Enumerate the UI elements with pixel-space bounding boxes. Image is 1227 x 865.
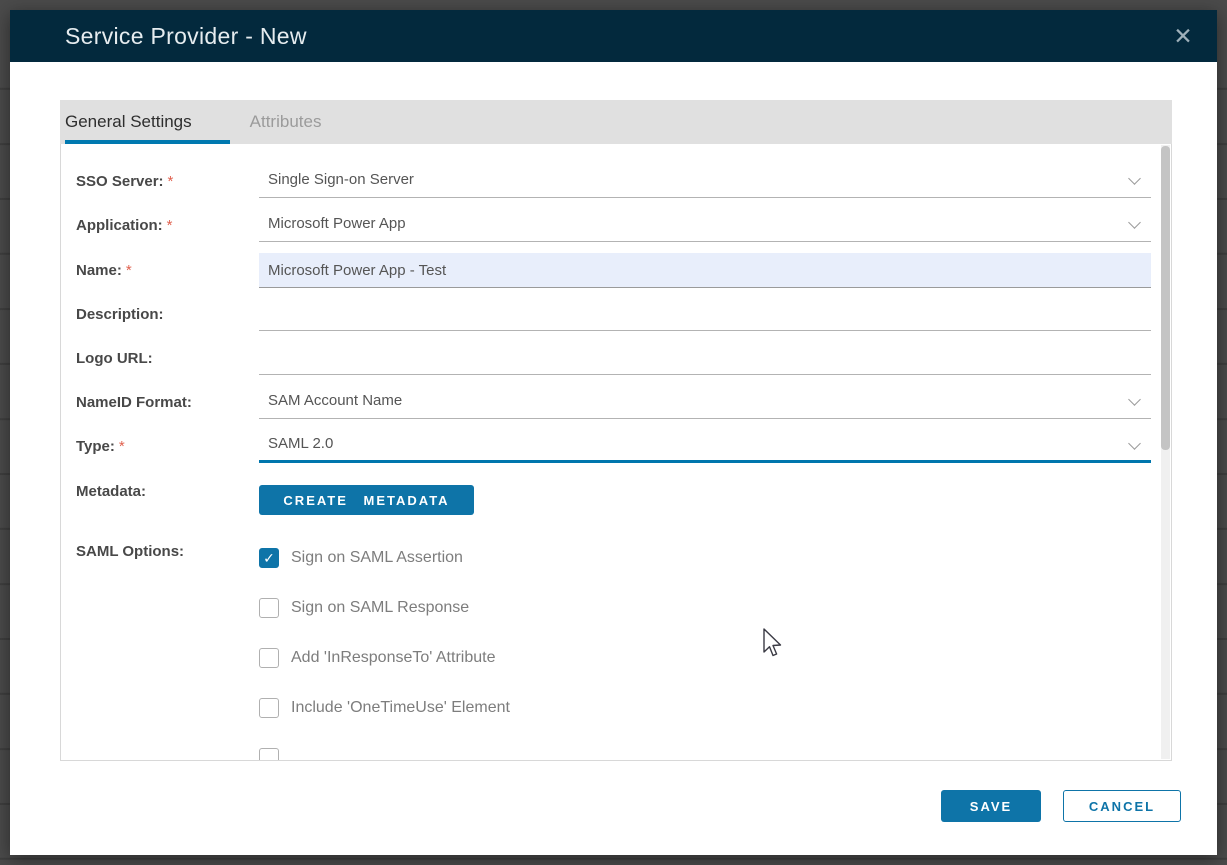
chevron-down-icon[interactable] [1128,437,1141,450]
create-metadata-button[interactable]: CREATE METADATA [259,485,474,515]
checkbox-unchecked-icon[interactable] [259,698,279,718]
tab-attributes[interactable]: Attributes [250,100,322,144]
checkbox-unchecked-icon[interactable] [259,598,279,618]
logo-url-input[interactable] [259,338,1151,375]
checkbox-label: Add 'InResponseTo' Attribute [291,649,495,667]
form-scrollbar-track[interactable] [1161,145,1170,759]
checkbox-sign-saml-assertion[interactable]: ✓ Sign on SAML Assertion [259,548,463,568]
application-select[interactable]: Microsoft Power App [259,205,1151,242]
close-icon[interactable]: ✕ [1169,22,1197,50]
checkbox-label: Sign on SAML Assertion [291,549,463,567]
checkbox-checked-icon[interactable]: ✓ [259,548,279,568]
sso-server-value: Single Sign-on Server [268,171,414,188]
checkbox-label: Include 'OneTimeUse' Element [291,699,510,717]
chevron-down-icon[interactable] [1128,216,1141,229]
name-value: Microsoft Power App - Test [268,262,446,279]
checkbox-include-onetimeuse[interactable]: Include 'OneTimeUse' Element [259,698,510,718]
modal-header: Service Provider - New ✕ [10,10,1217,62]
required-marker: * [126,262,132,279]
modal-title: Service Provider - New [65,23,307,50]
checkbox-sign-saml-response[interactable]: Sign on SAML Response [259,598,469,618]
tab-general-settings-label: General Settings [65,112,192,132]
tab-bar: General Settings Attributes [60,100,1172,144]
application-label: Application:* [76,217,173,234]
nameid-format-value: SAM Account Name [268,392,402,409]
nameid-format-label: NameID Format: [76,394,192,411]
required-marker: * [119,438,125,455]
check-icon: ✓ [263,550,275,567]
cancel-button[interactable]: CANCEL [1063,790,1181,822]
tab-attributes-label: Attributes [250,112,322,132]
description-label: Description: [76,306,164,323]
form-scrollbar-thumb[interactable] [1161,146,1170,450]
save-button[interactable]: SAVE [941,790,1041,822]
sso-server-label: SSO Server:* [76,173,173,190]
type-value: SAML 2.0 [268,435,333,452]
chevron-down-icon[interactable] [1128,172,1141,185]
logo-url-label: Logo URL: [76,350,153,367]
name-label: Name:* [76,262,132,279]
general-settings-form: SSO Server:* Single Sign-on Server Appli… [60,144,1172,761]
checkbox-unchecked-icon[interactable] [259,648,279,668]
required-marker: * [168,173,174,190]
checkbox-add-inresponseto[interactable]: Add 'InResponseTo' Attribute [259,648,495,668]
application-value: Microsoft Power App [268,215,406,232]
type-select[interactable]: SAML 2.0 [259,426,1151,463]
sso-server-select[interactable]: Single Sign-on Server [259,161,1151,198]
checkbox-unchecked-icon[interactable] [259,748,279,761]
nameid-format-select[interactable]: SAM Account Name [259,382,1151,419]
checkbox-partial-cutoff[interactable] [259,748,279,761]
required-marker: * [167,217,173,234]
checkbox-label: Sign on SAML Response [291,599,469,617]
chevron-down-icon[interactable] [1128,393,1141,406]
service-provider-modal: Service Provider - New ✕ General Setting… [10,10,1217,855]
saml-options-label: SAML Options: [76,543,184,560]
tab-general-settings[interactable]: General Settings [65,100,202,144]
metadata-label: Metadata: [76,483,146,500]
type-label: Type:* [76,438,125,455]
name-input[interactable]: Microsoft Power App - Test [259,253,1151,288]
description-input[interactable] [259,294,1151,331]
